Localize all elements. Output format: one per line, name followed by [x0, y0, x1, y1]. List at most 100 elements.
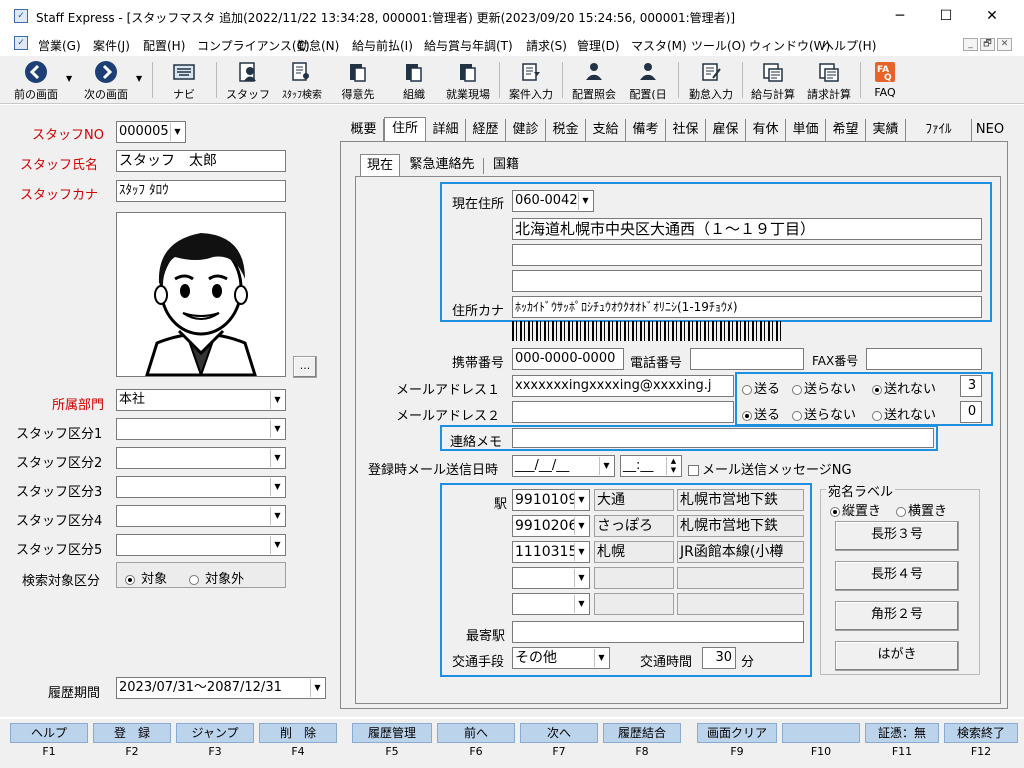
- station-code-3[interactable]: 1110315 ▼: [512, 541, 590, 563]
- reg-date-select[interactable]: ___/__/__ ▼: [512, 455, 615, 477]
- horizontal-radio[interactable]: 横置き: [896, 500, 947, 519]
- tab-social-insurance[interactable]: 社保: [666, 119, 706, 141]
- minimize-button[interactable]: ─: [880, 4, 920, 28]
- chevron-down-icon[interactable]: ▼: [574, 491, 588, 509]
- subtab-emergency[interactable]: 緊急連絡先: [402, 154, 482, 176]
- tab-notes[interactable]: 備考: [626, 119, 666, 141]
- staff-no-field[interactable]: 000005 ▼: [116, 121, 186, 143]
- mobile-field[interactable]: 000-0000-0000: [512, 348, 624, 370]
- mail2-nosend-radio[interactable]: 送らない: [792, 404, 856, 423]
- reg-time-spinner[interactable]: __:__ ▲ ▼: [620, 455, 682, 477]
- station-code-1[interactable]: 9910109 ▼: [512, 489, 590, 511]
- register-fkey[interactable]: 登 録: [93, 723, 171, 743]
- nearest-station-field[interactable]: [512, 621, 804, 643]
- station-code-2[interactable]: 9910206 ▼: [512, 515, 590, 537]
- tab-neo[interactable]: NEO: [972, 119, 1008, 141]
- mail2-field[interactable]: [512, 401, 734, 423]
- tab-address[interactable]: 住所: [384, 117, 426, 141]
- subtab-current[interactable]: 現在: [360, 154, 400, 176]
- tab-employment-insurance[interactable]: 雇保: [706, 119, 746, 141]
- previous-fkey[interactable]: 前へ: [437, 723, 515, 743]
- mail1-nosend-radio[interactable]: 送らない: [792, 378, 856, 397]
- menu-billing[interactable]: 請求(S): [526, 37, 567, 54]
- chevron-down-icon[interactable]: ▼: [574, 543, 588, 561]
- help-fkey[interactable]: ヘルプ: [10, 723, 88, 743]
- address-line2-field[interactable]: [512, 244, 982, 266]
- close-button[interactable]: ✕: [972, 4, 1012, 28]
- subtab-nationality[interactable]: 国籍: [486, 154, 526, 176]
- mail1-send-radio[interactable]: 送る: [742, 378, 780, 397]
- tab-details[interactable]: 詳細: [426, 119, 466, 141]
- customer-button[interactable]: 得意先: [334, 58, 382, 102]
- chevron-down-icon[interactable]: ▼: [270, 536, 284, 554]
- clear-screen-fkey[interactable]: 画面クリア: [697, 723, 777, 743]
- menu-jobs[interactable]: 案件(J): [93, 37, 130, 54]
- memo-field[interactable]: [512, 428, 934, 448]
- chevron-down-icon[interactable]: ▼: [599, 457, 613, 475]
- menu-sales[interactable]: 営業(G): [38, 37, 81, 54]
- forward-dropdown-icon[interactable]: ▼: [136, 74, 142, 83]
- chevron-down-icon[interactable]: ▼: [270, 507, 284, 525]
- mail1-cannot-radio[interactable]: 送れない: [872, 378, 936, 397]
- end-search-fkey[interactable]: 検索終了: [944, 723, 1018, 743]
- tab-results[interactable]: 実績: [866, 119, 906, 141]
- tab-history[interactable]: 経歴: [466, 119, 506, 141]
- chevron-down-icon[interactable]: ▼: [310, 679, 324, 697]
- envelope-square2-button[interactable]: 角形２号: [835, 601, 959, 631]
- merge-history-fkey[interactable]: 履歴結合: [603, 723, 681, 743]
- jump-fkey[interactable]: ジャンプ: [176, 723, 254, 743]
- back-button[interactable]: 前の画面: [8, 58, 64, 102]
- attendance-entry-button[interactable]: 勤怠入力: [684, 58, 738, 102]
- menu-management[interactable]: 管理(D): [577, 37, 620, 54]
- menu-master[interactable]: マスタ(M): [631, 37, 687, 54]
- tab-payment[interactable]: 支給: [586, 119, 626, 141]
- mdi-minimize-button[interactable]: _: [963, 38, 978, 51]
- staff-class3-select[interactable]: ▼: [116, 476, 286, 498]
- address-line3-field[interactable]: [512, 270, 982, 292]
- address-line1-field[interactable]: 北海道札幌市中央区大通西（１～１９丁目）: [512, 218, 982, 240]
- faq-button[interactable]: FA Q FAQ: [864, 58, 906, 102]
- vertical-radio[interactable]: 縦置き: [830, 500, 881, 519]
- chevron-down-icon[interactable]: ▼: [594, 649, 608, 667]
- phone-field[interactable]: [690, 348, 804, 370]
- history-fkey[interactable]: 履歴管理: [352, 723, 432, 743]
- tab-file[interactable]: ﾌｧｲﾙ: [906, 119, 972, 141]
- photo-browse-button[interactable]: ...: [293, 356, 317, 378]
- tab-preferences[interactable]: 希望: [826, 119, 866, 141]
- tab-unit-price[interactable]: 単価: [786, 119, 826, 141]
- staff-photo[interactable]: [116, 212, 286, 379]
- voucher-fkey[interactable]: 証憑：無: [865, 723, 939, 743]
- menu-help[interactable]: ヘルプ(H): [822, 37, 876, 54]
- commute-time-field[interactable]: 30: [702, 647, 736, 669]
- back-dropdown-icon[interactable]: ▼: [66, 74, 72, 83]
- staff-button[interactable]: スタッフ: [224, 58, 272, 102]
- station-code-5[interactable]: ▼: [512, 593, 590, 615]
- next-fkey[interactable]: 次へ: [520, 723, 598, 743]
- f10-fkey[interactable]: [782, 723, 860, 743]
- navi-button[interactable]: ナビ: [160, 58, 208, 102]
- postcard-button[interactable]: はがき: [835, 641, 959, 671]
- envelope-long3-button[interactable]: 長形３号: [835, 521, 959, 551]
- tab-health[interactable]: 健診: [506, 119, 546, 141]
- staff-search-button[interactable]: ｽﾀｯﾌ検索: [274, 58, 330, 102]
- placement-query-button[interactable]: 配置照会: [566, 58, 622, 102]
- chevron-down-icon[interactable]: ▼: [170, 123, 184, 141]
- search-target-radio[interactable]: 対象: [125, 568, 167, 587]
- postal-code-select[interactable]: 060-0042 ▼: [512, 190, 594, 212]
- chevron-down-icon[interactable]: ▼: [270, 478, 284, 496]
- forward-button[interactable]: 次の画面: [78, 58, 134, 102]
- job-entry-button[interactable]: 案件入力: [504, 58, 558, 102]
- tab-tax[interactable]: 税金: [546, 119, 586, 141]
- maximize-button[interactable]: ☐: [926, 4, 966, 28]
- menu-advance-pay[interactable]: 給与前払(I): [352, 37, 413, 54]
- billing-button[interactable]: 請求計算: [802, 58, 856, 102]
- menu-placement[interactable]: 配置(H): [143, 37, 185, 54]
- menu-attendance[interactable]: 勤怠(N): [297, 37, 339, 54]
- placement-daily-button[interactable]: 配置(日: [624, 58, 672, 102]
- mail2-send-radio[interactable]: 送る: [742, 404, 780, 423]
- history-period-select[interactable]: 2023/07/31～2087/12/31 ▼: [116, 677, 326, 699]
- mail1-field[interactable]: xxxxxxxingxxxxing@xxxxing.j: [512, 375, 734, 397]
- mdi-close-button[interactable]: ✕: [997, 38, 1012, 51]
- chevron-down-icon[interactable]: ▼: [574, 517, 588, 535]
- transport-select[interactable]: その他 ▼: [512, 647, 610, 669]
